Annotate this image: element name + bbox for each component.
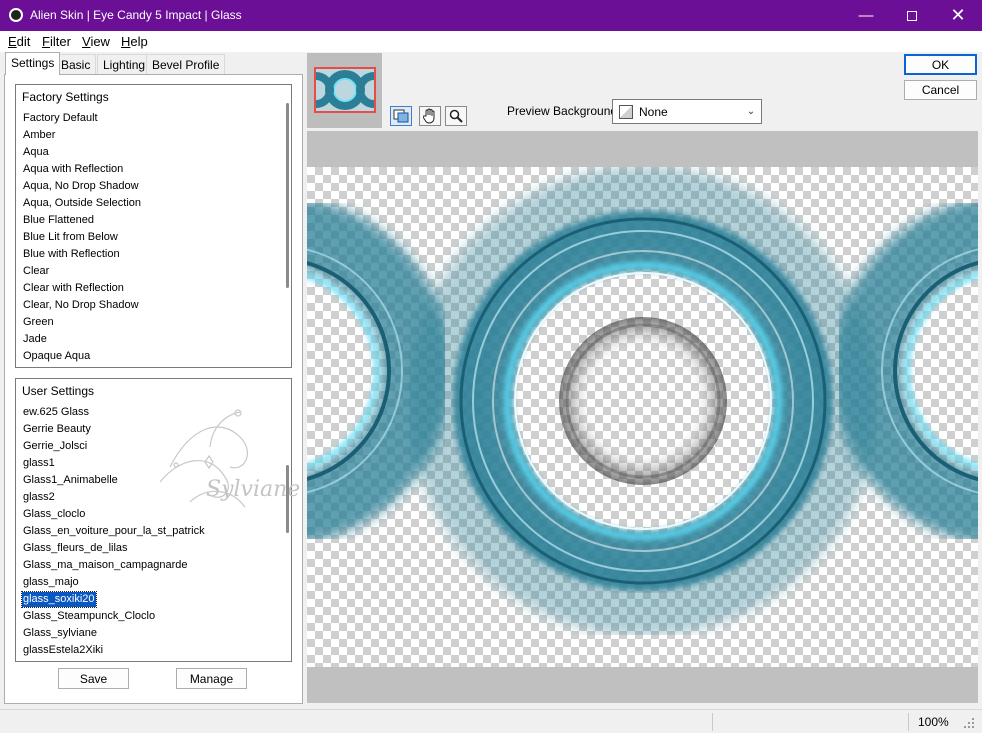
status-divider	[712, 713, 713, 731]
list-item[interactable]: Blue Lit from Below	[22, 230, 119, 245]
list-item[interactable]: Aqua, No Drop Shadow	[22, 179, 140, 194]
list-item[interactable]: Glass_sylviane	[22, 626, 98, 641]
list-item[interactable]: Gerrie Beauty	[22, 422, 92, 437]
tab-bevel-profile[interactable]: Bevel Profile	[146, 54, 226, 74]
list-item[interactable]: Aqua	[22, 145, 50, 160]
list-item[interactable]: Glass1_Animabelle	[22, 473, 119, 488]
window-title: Alien Skin | Eye Candy 5 Impact | Glass	[30, 8, 242, 22]
list-item[interactable]: Blue with Reflection	[22, 247, 121, 262]
title-bar: Alien Skin | Eye Candy 5 Impact | Glass …	[0, 0, 982, 31]
ok-button[interactable]: OK	[904, 54, 977, 75]
preview-background-select[interactable]: None ⌄	[612, 99, 762, 124]
navigator-viewport-rect[interactable]	[314, 67, 376, 113]
thumbnail-glass-icon	[316, 70, 374, 110]
list-item[interactable]: glass1	[22, 456, 56, 471]
chevron-down-icon: ⌄	[746, 106, 756, 117]
preview-background-label: Preview Background:	[507, 104, 621, 118]
list-item[interactable]: Glass_fleurs_de_lilas	[22, 541, 129, 556]
list-item[interactable]: glassEstela2Xiki	[22, 643, 104, 658]
list-item[interactable]: Glass_Steampunck_Cloclo	[22, 609, 156, 624]
preview-background-value: None	[639, 104, 668, 119]
list-item[interactable]: Glass_cloclo	[22, 507, 86, 522]
menu-bar: Edit Filter View Help	[0, 31, 982, 52]
list-item-selected[interactable]: glass_soxiki20	[21, 591, 97, 608]
hand-icon[interactable]	[419, 106, 441, 126]
list-item[interactable]: Amber	[22, 128, 56, 143]
tab-basic[interactable]: Basic	[55, 54, 97, 74]
list-item[interactable]: ew.625 Glass	[22, 405, 90, 420]
factory-list-scrollbar[interactable]	[286, 103, 289, 288]
user-settings-list[interactable]: Sylviane User Settings ew.625 Glass Gerr…	[15, 378, 300, 662]
list-item[interactable]: Jade	[22, 332, 48, 347]
menu-filter[interactable]: Filter	[42, 34, 71, 49]
list-item[interactable]: glass_majo	[22, 575, 80, 590]
list-item[interactable]: Blue Flattened	[22, 213, 95, 228]
manage-button[interactable]: Manage	[176, 668, 247, 689]
tab-settings[interactable]: Settings	[5, 52, 61, 75]
list-item[interactable]: Clear with Reflection	[22, 281, 125, 296]
user-list-scrollbar[interactable]	[286, 465, 289, 533]
zoom-level: 100%	[918, 715, 949, 729]
list-item[interactable]: Gerrie_Jolsci	[22, 439, 88, 454]
close-icon[interactable]: ✕	[935, 0, 981, 31]
menu-help[interactable]: Help	[121, 34, 148, 49]
list-item[interactable]: Factory Default	[22, 111, 99, 126]
preview-canvas[interactable]	[307, 131, 978, 703]
user-settings-header: User Settings	[22, 384, 95, 398]
factory-settings-header: Factory Settings	[22, 90, 109, 104]
minimize-icon[interactable]: —	[843, 0, 889, 31]
list-item[interactable]: glass2	[22, 490, 56, 505]
status-bar: 100%	[0, 709, 982, 733]
save-button[interactable]: Save	[58, 668, 129, 689]
status-divider	[908, 713, 909, 731]
list-item[interactable]: Clear	[22, 264, 50, 279]
tab-lighting[interactable]: Lighting	[97, 54, 152, 74]
background-swatch-icon	[619, 104, 633, 119]
zoom-icon[interactable]	[445, 106, 467, 126]
menu-edit[interactable]: Edit	[8, 34, 30, 49]
list-item[interactable]: Glass_ma_maison_campagnarde	[22, 558, 188, 573]
app-icon	[9, 8, 23, 22]
list-item[interactable]: Glass_en_voiture_pour_la_st_patrick	[22, 524, 206, 539]
maximize-icon[interactable]	[889, 0, 935, 31]
list-item[interactable]: Green	[22, 315, 55, 330]
preview-toggle-icon[interactable]	[390, 106, 412, 126]
watermark-flourish-icon	[159, 409, 248, 508]
cancel-button[interactable]: Cancel	[904, 80, 977, 100]
navigator-thumbnail[interactable]	[307, 53, 382, 128]
factory-settings-list[interactable]: Factory Settings Factory Default Amber A…	[15, 84, 292, 368]
resize-grip-icon[interactable]	[960, 714, 976, 730]
glass-effect-preview	[307, 166, 978, 636]
list-item[interactable]: Aqua with Reflection	[22, 162, 124, 177]
list-item[interactable]: Clear, No Drop Shadow	[22, 298, 140, 313]
list-item[interactable]: Aqua, Outside Selection	[22, 196, 142, 211]
list-item[interactable]: Opaque Aqua	[22, 349, 91, 364]
menu-view[interactable]: View	[82, 34, 110, 49]
